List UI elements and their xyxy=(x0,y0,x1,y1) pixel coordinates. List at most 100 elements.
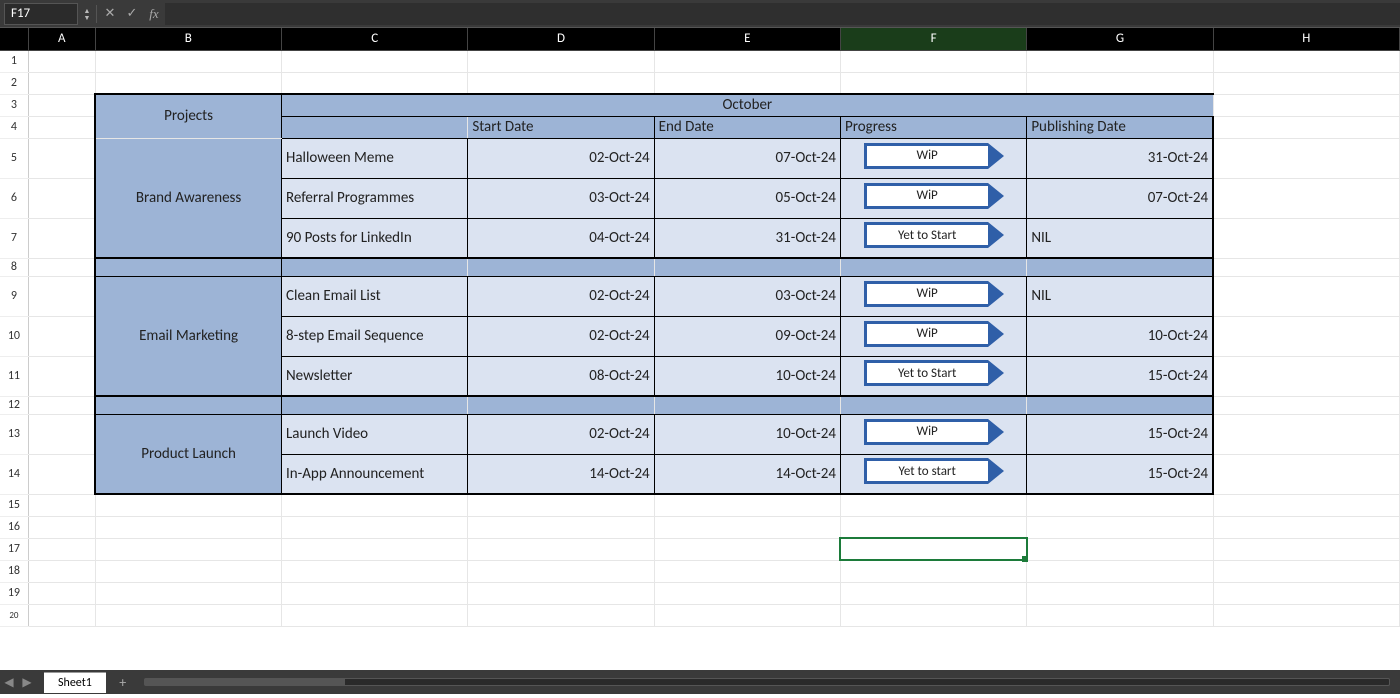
task-end[interactable]: 03-Oct-24 xyxy=(654,276,840,316)
row-header[interactable]: 9 xyxy=(0,276,28,316)
cell[interactable] xyxy=(95,516,281,538)
cell[interactable] xyxy=(95,50,281,72)
row-header[interactable]: 20 xyxy=(0,604,28,626)
row-header[interactable]: 1 xyxy=(0,50,28,72)
group-name[interactable]: Product Launch xyxy=(95,414,281,494)
cell[interactable] xyxy=(28,396,95,414)
add-sheet-button[interactable]: + xyxy=(112,674,134,691)
cell[interactable] xyxy=(1213,94,1399,116)
task-start[interactable]: 02-Oct-24 xyxy=(468,414,654,454)
task-start[interactable]: 04-Oct-24 xyxy=(468,218,654,258)
task-progress[interactable]: WiP xyxy=(840,178,1026,218)
cell[interactable] xyxy=(468,258,654,276)
tab-nav-next[interactable]: ▶ xyxy=(18,675,36,690)
task-publish[interactable]: 15-Oct-24 xyxy=(1027,356,1213,396)
cell[interactable] xyxy=(468,72,654,94)
cell[interactable] xyxy=(282,258,468,276)
cell[interactable] xyxy=(95,258,281,276)
cell[interactable] xyxy=(654,50,840,72)
cell[interactable] xyxy=(654,560,840,582)
cell[interactable] xyxy=(654,582,840,604)
cell[interactable] xyxy=(95,72,281,94)
task-publish[interactable]: 10-Oct-24 xyxy=(1027,316,1213,356)
cell[interactable] xyxy=(1213,604,1399,626)
column-header-row[interactable]: A B C D E F G H xyxy=(0,28,1400,50)
cell[interactable] xyxy=(1027,538,1213,560)
cell[interactable] xyxy=(1213,538,1399,560)
row-header[interactable]: 16 xyxy=(0,516,28,538)
cell[interactable] xyxy=(1213,356,1399,396)
row-header[interactable]: 17 xyxy=(0,538,28,560)
task-progress[interactable]: WiP xyxy=(840,414,1026,454)
accept-button[interactable]: ✓ xyxy=(121,3,143,25)
task-name[interactable]: Newsletter xyxy=(282,356,468,396)
cell[interactable] xyxy=(1027,396,1213,414)
cell[interactable] xyxy=(654,516,840,538)
task-progress[interactable]: WiP xyxy=(840,276,1026,316)
cell[interactable] xyxy=(282,50,468,72)
cell[interactable] xyxy=(1213,178,1399,218)
row-header[interactable]: 11 xyxy=(0,356,28,396)
cell[interactable] xyxy=(282,604,468,626)
header-projects[interactable]: Projects xyxy=(95,94,281,138)
sheet-tab[interactable]: Sheet1 xyxy=(44,672,106,693)
row-header[interactable]: 2 xyxy=(0,72,28,94)
task-start[interactable]: 03-Oct-24 xyxy=(468,178,654,218)
task-progress[interactable]: Yet to start xyxy=(840,454,1026,494)
row-header[interactable]: 10 xyxy=(0,316,28,356)
cell[interactable] xyxy=(28,454,95,494)
cell[interactable] xyxy=(28,258,95,276)
cell[interactable] xyxy=(840,396,1026,414)
task-end[interactable]: 09-Oct-24 xyxy=(654,316,840,356)
task-publish[interactable]: 15-Oct-24 xyxy=(1027,414,1213,454)
cell[interactable] xyxy=(468,538,654,560)
cell[interactable] xyxy=(95,604,281,626)
cell[interactable] xyxy=(28,138,95,178)
fx-button[interactable]: fx xyxy=(143,3,165,25)
select-all-corner[interactable] xyxy=(0,28,28,50)
task-publish[interactable]: 07-Oct-24 xyxy=(1027,178,1213,218)
cell[interactable] xyxy=(840,494,1026,516)
name-box-stepper[interactable]: ▲ ▼ xyxy=(80,7,94,21)
col-header-E[interactable]: E xyxy=(654,28,840,50)
col-header-F[interactable]: F xyxy=(840,28,1026,50)
group-name[interactable]: Brand Awareness xyxy=(95,138,281,258)
task-end[interactable]: 07-Oct-24 xyxy=(654,138,840,178)
cell[interactable] xyxy=(468,396,654,414)
scrollbar-thumb[interactable] xyxy=(145,679,345,685)
task-name[interactable]: 8-step Email Sequence xyxy=(282,316,468,356)
row-header[interactable]: 6 xyxy=(0,178,28,218)
cell[interactable] xyxy=(1213,494,1399,516)
cell[interactable] xyxy=(28,414,95,454)
cell[interactable] xyxy=(28,494,95,516)
task-publish[interactable]: NIL xyxy=(1027,276,1213,316)
grid[interactable]: A B C D E F G H 1 2 3 Projects October 4 xyxy=(0,28,1400,627)
row-header[interactable]: 8 xyxy=(0,258,28,276)
cell[interactable] xyxy=(840,560,1026,582)
cell[interactable] xyxy=(282,72,468,94)
row-header[interactable]: 12 xyxy=(0,396,28,414)
cell[interactable] xyxy=(1027,50,1213,72)
cell[interactable] xyxy=(1213,396,1399,414)
cell[interactable] xyxy=(468,604,654,626)
cell[interactable] xyxy=(1213,276,1399,316)
cell[interactable] xyxy=(28,94,95,116)
cell[interactable] xyxy=(282,582,468,604)
row-header[interactable]: 19 xyxy=(0,582,28,604)
task-name[interactable]: 90 Posts for LinkedIn xyxy=(282,218,468,258)
task-start[interactable]: 08-Oct-24 xyxy=(468,356,654,396)
cell[interactable] xyxy=(1213,560,1399,582)
row-header[interactable]: 3 xyxy=(0,94,28,116)
cell[interactable] xyxy=(1213,258,1399,276)
cell[interactable] xyxy=(468,516,654,538)
cell[interactable] xyxy=(282,396,468,414)
cell[interactable] xyxy=(468,494,654,516)
name-box[interactable]: F17 xyxy=(4,3,78,25)
cell[interactable] xyxy=(468,50,654,72)
cell[interactable] xyxy=(28,582,95,604)
cell[interactable] xyxy=(282,560,468,582)
cell[interactable] xyxy=(1027,516,1213,538)
cell[interactable] xyxy=(282,538,468,560)
task-publish[interactable]: NIL xyxy=(1027,218,1213,258)
col-header-C[interactable]: C xyxy=(282,28,468,50)
